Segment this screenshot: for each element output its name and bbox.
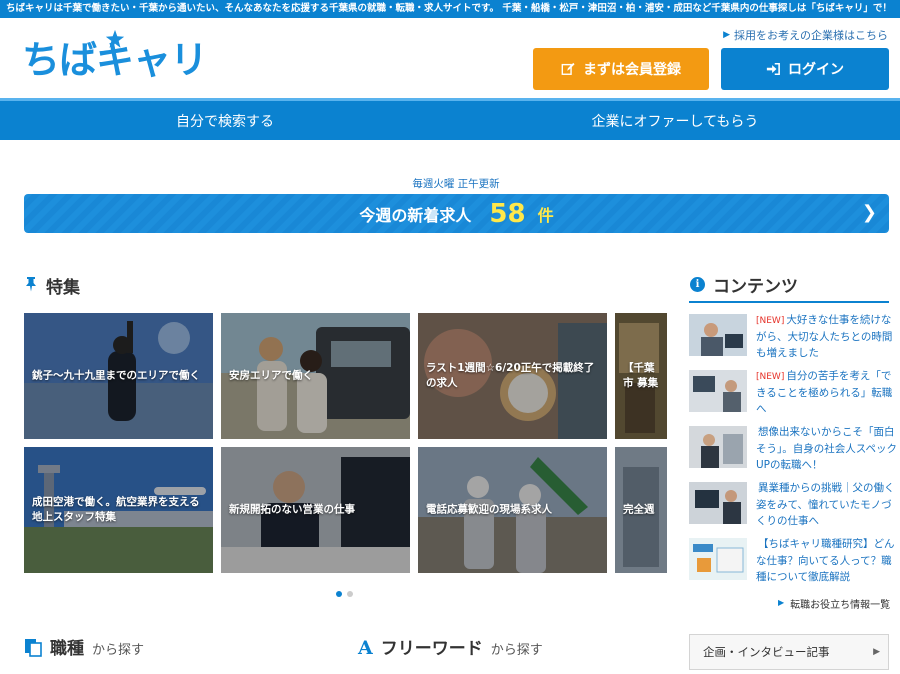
new-badge: [NEW] (756, 372, 785, 382)
new-badge: [NEW] (756, 316, 785, 326)
feature-caption: 安房エリアで働く (229, 369, 313, 382)
content-item[interactable]: [NEW] 大好きな仕事を続けながら、大切な人たちとの時間も増えました (689, 312, 900, 368)
useful-info-link[interactable]: ▶ 転職お役立ち情報一覧 (778, 596, 890, 611)
feature-card[interactable]: 銚子～九十九里までのエリアで働く (24, 313, 213, 439)
feature-caption: 銚子～九十九里までのエリアで働く (32, 369, 200, 382)
carousel-dot[interactable] (336, 591, 342, 597)
feature-card[interactable]: 新規開拓のない営業の仕事 (221, 447, 410, 573)
feature-card[interactable]: 成田空港で働く。航空業界を支える地上スタッフ特集 (24, 447, 213, 573)
new-jobs-unit: 件 (537, 205, 554, 225)
feature-card[interactable]: ラスト1週間☆6/20正午で掲載終了の求人 (418, 313, 607, 439)
update-note: 毎週火曜 正午更新 (412, 178, 500, 190)
contents-title: コンテンツ (713, 277, 798, 297)
site-logo[interactable]: ちばキャリ (22, 29, 208, 86)
occupation-title: 職種 (50, 639, 84, 659)
feature-caption: 【千葉市 募集 (623, 361, 659, 389)
content-thumbnail (689, 482, 747, 524)
star-icon (105, 29, 125, 48)
register-button-label: まずは会員登録 (583, 62, 681, 78)
interview-articles-label: 企画・インタビュー記事 (703, 645, 830, 659)
chevron-right-icon: ▶ (778, 598, 785, 607)
carousel-dot[interactable] (347, 591, 353, 597)
corporate-link[interactable]: ▶ 採用をお考えの企業様はこちら (723, 27, 888, 43)
freeword-title: フリーワード (380, 639, 483, 659)
occupation-search-heading: 職種 から探す (24, 634, 144, 659)
document-icon (25, 639, 42, 657)
content-item[interactable]: 【ちばキャリ職種研究】どんな仕事？向いてる人って？職種について徹底解説 (689, 536, 900, 592)
nav-get-offers[interactable]: 企業にオファーしてもらう (450, 101, 900, 140)
feature-card[interactable]: 電話応募歓迎の現場系求人 (418, 447, 607, 573)
feature-card[interactable]: 完全週 (615, 447, 667, 573)
feature-caption: ラスト1週間☆6/20正午で掲載終了の求人 (426, 361, 595, 389)
useful-info-link-label: 転職お役立ち情報一覧 (790, 600, 891, 611)
font-a-icon: A (358, 637, 373, 659)
content-list: [NEW] 大好きな仕事を続けながら、大切な人たちとの時間も増えました [NEW]… (689, 312, 900, 592)
corporate-link-label: 採用をお考えの企業様はこちら (734, 29, 888, 42)
carousel-pagination (336, 591, 353, 597)
feature-carousel: 銚子～九十九里までのエリアで働く 安房エリアで働く ラスト1週間☆6/20正午で… (24, 313, 667, 575)
content-item-text: 異業種からの挑戦｜父の働く姿をみて、憧れていたモノづくりの仕事へ (756, 482, 895, 528)
top-info-bar: ちばキャリは千葉で働きたい・千葉から通いたい、そんなあなたを応援する千葉県の就職… (0, 0, 900, 18)
content-item[interactable]: [NEW] 自分の苦手を考え「できることを極められる」転職へ (689, 368, 900, 424)
feature-card[interactable]: 安房エリアで働く (221, 313, 410, 439)
feature-card[interactable]: 【千葉市 募集 (615, 313, 667, 439)
login-icon (766, 62, 780, 76)
content-thumbnail (689, 538, 747, 580)
login-button[interactable]: ログイン (721, 48, 889, 90)
occupation-subtitle: から探す (92, 643, 145, 658)
pencil-icon (561, 62, 575, 75)
nav-self-search[interactable]: 自分で検索する (0, 101, 450, 140)
content-item-text: 【ちばキャリ職種研究】どんな仕事？向いてる人って？職種について徹底解説 (756, 538, 895, 584)
interview-articles-link[interactable]: 企画・インタビュー記事 ▶ (689, 634, 889, 670)
chevron-right-icon: ❯ (861, 202, 877, 223)
freeword-search-heading: A フリーワード から探す (358, 634, 543, 659)
contents-heading: i コンテンツ (690, 272, 798, 297)
contents-divider (689, 301, 889, 303)
content-thumbnail (689, 314, 747, 356)
features-title: 特集 (46, 278, 80, 298)
freeword-subtitle: から探す (490, 643, 543, 658)
chevron-right-icon: ▶ (873, 647, 880, 657)
new-jobs-count: 58 (489, 198, 526, 229)
feature-caption: 新規開拓のない営業の仕事 (229, 503, 355, 516)
pin-icon (24, 276, 38, 296)
feature-caption: 電話応募歓迎の現場系求人 (426, 503, 552, 516)
features-heading: 特集 (24, 273, 80, 298)
content-item-text: 想像出来ないからこそ「面白そう」。自身の社会人スペックUPの転職へ！ (756, 426, 898, 472)
login-button-label: ログイン (788, 62, 844, 78)
info-icon: i (690, 277, 705, 292)
chevron-right-icon: ▶ (723, 30, 730, 40)
content-item[interactable]: 想像出来ないからこそ「面白そう」。自身の社会人スペックUPの転職へ！ (689, 424, 900, 480)
new-jobs-banner[interactable]: 今週の新着求人 58 件 ❯ (24, 194, 889, 233)
feature-caption: 成田空港で働く。航空業界を支える地上スタッフ特集 (32, 495, 200, 523)
main-nav: 自分で検索する 企業にオファーしてもらう (0, 98, 900, 140)
register-button[interactable]: まずは会員登録 (533, 48, 709, 90)
new-jobs-label: 今週の新着求人 (359, 205, 472, 225)
content-thumbnail (689, 426, 747, 468)
content-item[interactable]: 異業種からの挑戦｜父の働く姿をみて、憧れていたモノづくりの仕事へ (689, 480, 900, 536)
feature-caption: 完全週 (623, 503, 655, 516)
content-thumbnail (689, 370, 747, 412)
